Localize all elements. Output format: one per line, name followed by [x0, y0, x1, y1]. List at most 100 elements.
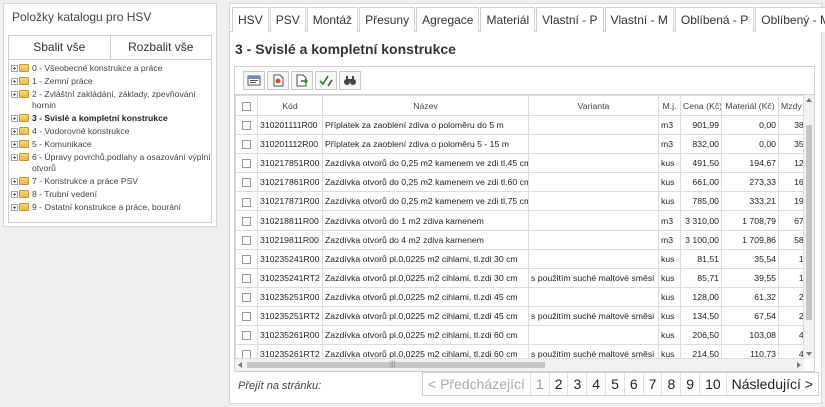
- table-row[interactable]: 310235251RT2 Zazdívka otvorů pl.0,0225 m2…: [235, 305, 804, 327]
- cell-mj: kus: [658, 344, 681, 359]
- expand-plus-icon[interactable]: [11, 154, 18, 162]
- column-header-nazev[interactable]: Název: [322, 95, 529, 116]
- row-checkbox[interactable]: [235, 172, 258, 193]
- table-row[interactable]: 310235241R00 Zazdívka otvorů pl.0,0225 m2…: [235, 248, 804, 269]
- export-icon[interactable]: [291, 71, 313, 90]
- tree-item[interactable]: 3 - Svislé a kompletní konstrukce: [11, 113, 211, 124]
- column-header-varianta[interactable]: Varianta: [528, 95, 659, 116]
- tree-item[interactable]: 7 - Konstrukce a práce PSV: [11, 176, 211, 187]
- column-header-cena[interactable]: Cena (Kč): [680, 95, 722, 116]
- expand-plus-icon[interactable]: [11, 114, 18, 122]
- scroll-right-icon[interactable]: [797, 362, 801, 368]
- tab-5[interactable]: Materiál: [480, 7, 536, 32]
- page-10-button[interactable]: 10: [700, 373, 727, 395]
- expand-plus-icon[interactable]: [11, 203, 18, 211]
- row-checkbox[interactable]: [235, 153, 258, 174]
- expand-plus-icon[interactable]: [11, 78, 18, 86]
- page-6-button[interactable]: 6: [625, 373, 644, 395]
- table-row[interactable]: 310217861R00 Zazdívka otvorů do 0,25 m2 k…: [235, 172, 804, 193]
- next-page-button[interactable]: Následující >: [727, 373, 818, 395]
- expand-plus-icon[interactable]: [11, 91, 18, 99]
- column-header-material[interactable]: Materiál (Kč): [721, 95, 779, 116]
- tree-item[interactable]: 5 - Komunikace: [11, 139, 211, 150]
- expand-plus-icon[interactable]: [11, 177, 18, 185]
- tab-4[interactable]: Agregace: [416, 7, 480, 32]
- row-checkbox[interactable]: [235, 325, 258, 346]
- folder-icon: [19, 113, 29, 122]
- document-icon[interactable]: [267, 71, 289, 90]
- page-1-button[interactable]: 1: [531, 373, 550, 395]
- tools-check-icon[interactable]: [315, 71, 337, 90]
- tree-item[interactable]: 1 - Zemní práce: [11, 76, 211, 87]
- tree-item[interactable]: 4 - Vodorovné konstrukce: [11, 126, 211, 137]
- table-row[interactable]: 310235241RT2 Zazdívka otvorů pl.0,0225 m2…: [235, 267, 804, 288]
- table-row[interactable]: 310218811R00 Zazdívka otvorů do 1 m2 zdiv…: [235, 210, 804, 231]
- tree-item[interactable]: 2 - Zvláštní zakládání, základy, zpevňov…: [11, 89, 211, 110]
- page-3-button[interactable]: 3: [568, 373, 588, 395]
- table-row[interactable]: 310235261R00 Zazdívka otvorů pl.0,0225 m2…: [235, 325, 804, 346]
- page-5-button[interactable]: 5: [606, 373, 625, 395]
- page-2-button[interactable]: 2: [550, 373, 569, 395]
- prev-page-button[interactable]: < Předcházející: [423, 373, 531, 395]
- table-row[interactable]: 310219811R00 Zazdívka otvorů do 4 m2 zdiv…: [235, 229, 804, 250]
- binoculars-icon[interactable]: [339, 71, 361, 90]
- cell-kod: 310217851R00: [257, 153, 323, 174]
- page-7-button[interactable]: 7: [644, 373, 663, 395]
- tab-9[interactable]: Oblíbený - M: [755, 7, 825, 32]
- table-row[interactable]: 310217871R00 Zazdívka otvorů do 0,25 m2 k…: [235, 191, 804, 212]
- page-4-button[interactable]: 4: [587, 373, 607, 395]
- cell-nazev: Zazdívka otvorů pl.0,0225 m2 cihlami, tl…: [322, 286, 529, 307]
- column-header-mzdy[interactable]: Mzdy (K: [778, 95, 804, 116]
- tab-6[interactable]: Vlastní - P: [536, 7, 604, 32]
- expand-all-button[interactable]: Rozbalit vše: [109, 36, 212, 59]
- page-9-button[interactable]: 9: [681, 373, 701, 395]
- cell-mzdy: 43,: [778, 344, 804, 359]
- row-checkbox[interactable]: [235, 286, 258, 307]
- tab-3[interactable]: Přesuny: [359, 7, 416, 32]
- tab-0[interactable]: HSV: [232, 7, 269, 33]
- horizontal-scrollbar[interactable]: |||: [235, 358, 804, 371]
- scroll-down-icon[interactable]: [806, 352, 812, 356]
- row-checkbox[interactable]: [235, 210, 258, 231]
- table-row[interactable]: 310217851R00 Zazdívka otvorů do 0,25 m2 k…: [235, 153, 804, 174]
- row-checkbox[interactable]: [235, 191, 258, 212]
- row-checkbox[interactable]: [235, 134, 258, 155]
- tree-item[interactable]: 9 - Ostatní konstrukce a práce, bourání: [11, 202, 211, 213]
- expand-plus-icon[interactable]: [11, 190, 18, 198]
- select-all-checkbox[interactable]: [235, 95, 258, 116]
- row-checkbox[interactable]: [235, 229, 258, 250]
- vertical-scrollbar[interactable]: [803, 95, 814, 359]
- vertical-scroll-thumb[interactable]: [806, 125, 812, 320]
- page-8-button[interactable]: 8: [662, 373, 682, 395]
- expand-plus-icon[interactable]: [11, 140, 18, 148]
- table-row[interactable]: 310235261RT2 Zazdívka otvorů pl.0,0225 m2…: [235, 344, 804, 359]
- horizontal-scroll-thumb[interactable]: [247, 362, 545, 368]
- tab-7[interactable]: Vlastní - M: [604, 7, 674, 32]
- scroll-left-icon[interactable]: [238, 362, 242, 368]
- tab-1[interactable]: PSV: [269, 7, 306, 32]
- row-checkbox[interactable]: [235, 344, 258, 359]
- tab-2[interactable]: Montáž: [306, 7, 359, 32]
- table-row[interactable]: 310201112R00 Příplatek za zaoblení zdiva …: [235, 134, 804, 155]
- cell-nazev: Zazdívka otvorů do 1 m2 zdiva kamenem: [322, 210, 529, 231]
- tree-item[interactable]: 0 - Všeobecné konstrukce a práce: [11, 63, 211, 74]
- row-checkbox[interactable]: [235, 267, 258, 288]
- row-checkbox[interactable]: [235, 114, 258, 136]
- folder-icon: [19, 202, 29, 211]
- expand-plus-icon[interactable]: [11, 65, 18, 72]
- table-row[interactable]: 310235251R00 Zazdívka otvorů pl.0,0225 m2…: [235, 286, 804, 307]
- cell-mzdy: 163,: [778, 172, 804, 193]
- properties-icon[interactable]: [243, 71, 265, 90]
- tab-8[interactable]: Oblíbená - P: [674, 7, 755, 32]
- row-checkbox[interactable]: [235, 305, 258, 327]
- table-row[interactable]: 310201111R00 Příplatek za zaoblení zdiva …: [235, 114, 804, 136]
- row-checkbox[interactable]: [235, 248, 258, 269]
- tree-item[interactable]: 8 - Trubní vedení: [11, 189, 211, 200]
- expand-plus-icon[interactable]: [11, 127, 18, 135]
- scroll-up-icon[interactable]: [806, 98, 812, 102]
- column-header-mj[interactable]: M.j.: [658, 95, 681, 116]
- cell-material: 194,67: [721, 153, 779, 174]
- collapse-all-button[interactable]: Sbalit vše: [9, 36, 110, 59]
- tree-item[interactable]: 6 - Úpravy povrchů,podlahy a osazování v…: [11, 152, 211, 173]
- column-header-kod[interactable]: Kód: [257, 95, 323, 116]
